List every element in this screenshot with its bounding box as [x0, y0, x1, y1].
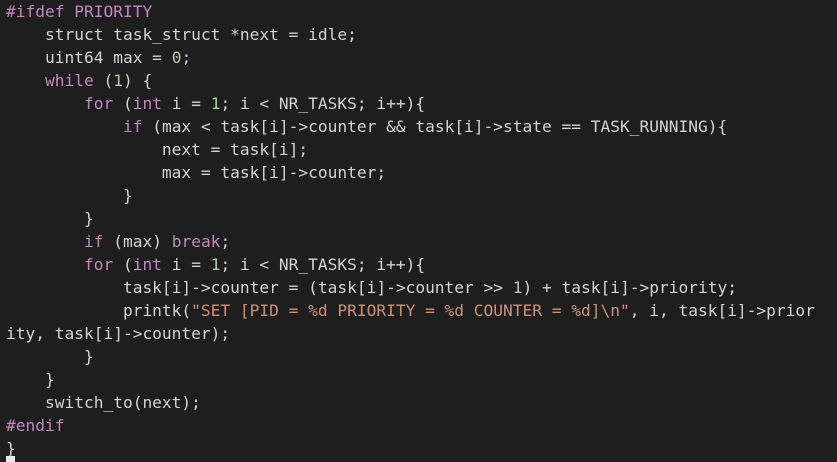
code-token: i =	[161, 255, 211, 274]
code-line[interactable]: switch_to(next);	[6, 391, 837, 414]
code-token: 1	[512, 278, 523, 297]
code-line[interactable]: if (max < task[i]->counter && task[i]->s…	[6, 115, 837, 138]
code-token: 1	[210, 94, 221, 113]
code-token: ity, task[i]->counter);	[6, 324, 231, 343]
code-token: , i, task[i]->prior	[629, 301, 815, 320]
code-token: }	[6, 347, 94, 366]
code-token: int	[132, 255, 162, 274]
code-line[interactable]: #ifdef PRIORITY	[6, 0, 837, 23]
code-token: for	[83, 255, 114, 274]
code-token: switch_to(next);	[6, 393, 201, 412]
code-token: 0	[171, 48, 182, 67]
code-token: (max)	[103, 232, 172, 251]
code-token: uint64 max =	[6, 48, 172, 67]
code-content[interactable]: #ifdef PRIORITY struct task_struct *next…	[0, 0, 837, 460]
code-editor[interactable]: #ifdef PRIORITY struct task_struct *next…	[0, 0, 837, 462]
code-token: ) + task[i]->priority;	[522, 278, 737, 297]
code-token: #endif	[6, 416, 65, 435]
code-token: struct task_struct *next = idle;	[6, 25, 357, 44]
code-line[interactable]: if (max) break;	[6, 230, 837, 253]
code-token: (max < task[i]->counter && task[i]->stat…	[142, 117, 728, 136]
code-line[interactable]: printk("SET [PID = %d PRIORITY = %d COUN…	[6, 299, 837, 322]
code-line[interactable]: task[i]->counter = (task[i]->counter >> …	[6, 276, 837, 299]
code-token: (	[113, 94, 133, 113]
code-token: (	[113, 255, 133, 274]
code-token: printk(	[6, 301, 192, 320]
code-line[interactable]: for (int i = 1; i < NR_TASKS; i++){	[6, 253, 837, 276]
code-line[interactable]: }	[6, 184, 837, 207]
code-line[interactable]: max = task[i]->counter;	[6, 161, 837, 184]
code-token: ; i < NR_TASKS; i++){	[220, 94, 426, 113]
code-token: ;	[181, 48, 192, 67]
text-cursor	[6, 456, 15, 462]
code-line[interactable]: uint64 max = 0;	[6, 46, 837, 69]
code-line[interactable]: }	[6, 345, 837, 368]
code-token: i =	[161, 94, 211, 113]
code-token: if	[122, 117, 143, 136]
code-token: if	[83, 232, 104, 251]
code-line[interactable]: struct task_struct *next = idle;	[6, 23, 837, 46]
code-token: max = task[i]->counter;	[6, 163, 387, 182]
code-token: (	[93, 71, 114, 90]
code-line[interactable]: }	[6, 368, 837, 391]
code-line[interactable]: while (1) {	[6, 69, 837, 92]
code-token: ;	[220, 232, 231, 251]
code-token: #ifdef PRIORITY	[6, 2, 153, 21]
code-token: }	[6, 370, 55, 389]
code-line[interactable]: }	[6, 437, 837, 460]
code-token: while	[44, 71, 94, 90]
code-token: }	[6, 209, 94, 228]
code-token: task[i]->counter = (task[i]->counter >>	[6, 278, 513, 297]
code-line[interactable]: ity, task[i]->counter);	[6, 322, 837, 345]
code-token: }	[6, 186, 133, 205]
code-line[interactable]: for (int i = 1; i < NR_TASKS; i++){	[6, 92, 837, 115]
code-token: ) {	[122, 71, 153, 90]
code-line[interactable]: }	[6, 207, 837, 230]
code-token: 1	[113, 71, 123, 90]
code-token: ; i < NR_TASKS; i++){	[220, 255, 426, 274]
code-token: break	[171, 232, 221, 251]
code-token: for	[83, 94, 114, 113]
code-token: next = task[i];	[6, 140, 309, 159]
code-line[interactable]: #endif	[6, 414, 837, 437]
code-line[interactable]: next = task[i];	[6, 138, 837, 161]
code-token: 1	[210, 255, 221, 274]
code-token: "SET [PID = %d PRIORITY = %d COUNTER = %…	[191, 301, 630, 320]
code-token: int	[132, 94, 162, 113]
